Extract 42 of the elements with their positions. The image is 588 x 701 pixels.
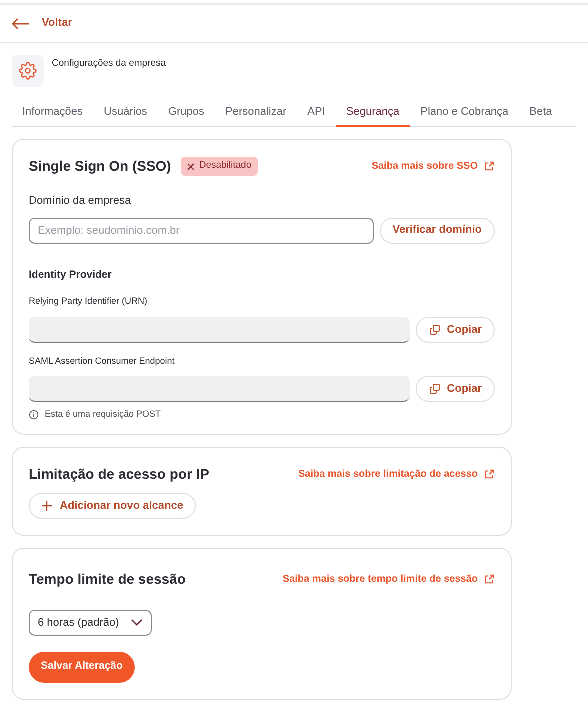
tab[interactable]: Plano e Cobrança	[410, 99, 520, 127]
field-label: Domínio da empresa	[29, 194, 132, 209]
tab[interactable]: Informações	[12, 99, 94, 127]
company-icon	[12, 55, 44, 87]
note-text: Esta é uma requisição POST	[45, 408, 162, 422]
copy-button[interactable]: Copiar	[416, 316, 495, 343]
section-title: Identity Provider	[29, 268, 113, 282]
back-arrow-icon[interactable]	[12, 18, 30, 30]
copy-icon	[429, 383, 442, 396]
save-button[interactable]: Salvar Alteração	[29, 652, 135, 683]
field-label: SAML Assertion Consumer Endpoint	[29, 354, 176, 368]
plus-icon	[42, 500, 52, 511]
chevron-down-icon	[131, 618, 143, 627]
field-label: Relying Party Identifier (URN)	[29, 295, 149, 308]
copy-icon	[429, 324, 442, 336]
company-title: Configurações da empresa	[52, 57, 166, 71]
back-link[interactable]: Voltar	[42, 15, 72, 32]
help-link[interactable]: Saiba mais sobre limitação de acesso	[298, 466, 495, 482]
domain-input[interactable]: Exemplo: seudominio.com.br	[29, 218, 374, 244]
help-link[interactable]: Saiba mais sobre tempo limite de sessão	[282, 572, 495, 587]
card-title: Single Sign On (SSO)	[29, 157, 172, 176]
timeout-select[interactable]: 6 horas (padrão)	[29, 610, 152, 636]
external-link-icon	[484, 161, 495, 172]
tab[interactable]: Grupos	[158, 99, 216, 127]
tab[interactable]: Beta	[519, 99, 563, 127]
readonly-field[interactable]	[29, 376, 410, 402]
copy-button[interactable]: Copiar	[416, 376, 495, 402]
help-link[interactable]: Saiba mais sobre SSO	[372, 159, 495, 174]
card-title: Limitação de acesso por IP	[29, 464, 210, 484]
tab[interactable]: Personalizar	[215, 99, 298, 127]
external-link-icon	[484, 574, 495, 585]
add-range-button[interactable]: Adicionar novo alcance	[29, 492, 196, 519]
verify-button[interactable]: Verificar domínio	[380, 218, 495, 244]
card-title: Tempo limite de sessão	[29, 570, 186, 589]
tab[interactable]: API	[297, 99, 336, 127]
info-icon	[29, 410, 39, 420]
status-badge: Desabilitado	[181, 157, 258, 176]
x-icon	[187, 162, 196, 170]
external-link-icon	[484, 468, 495, 480]
readonly-field[interactable]	[29, 316, 410, 343]
tab[interactable]: Segurança	[336, 99, 410, 127]
tab[interactable]: Usuários	[94, 99, 158, 127]
